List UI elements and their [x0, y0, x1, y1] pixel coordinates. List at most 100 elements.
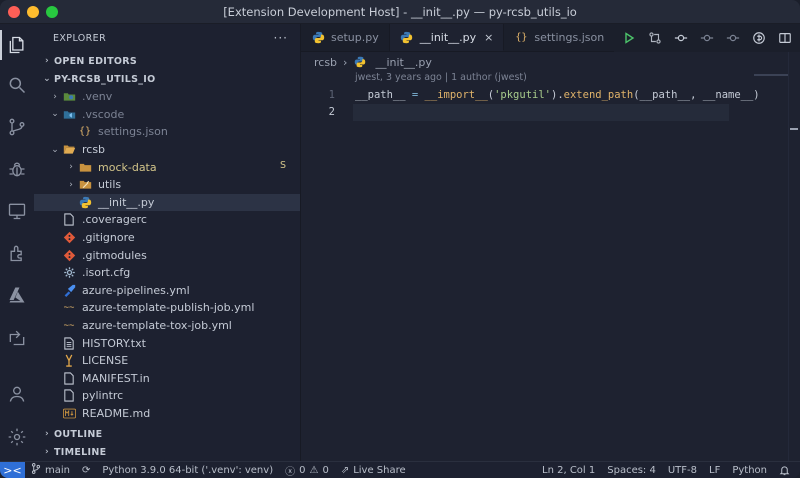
explorer-icon[interactable]	[0, 28, 34, 62]
json-icon: {}	[78, 126, 92, 138]
chevron-right-icon[interactable]: ›	[64, 162, 78, 172]
tab-setup-py[interactable]: setup.py	[301, 24, 390, 51]
source-control-icon[interactable]	[0, 110, 34, 144]
previous-change-icon[interactable]	[696, 27, 718, 49]
breadcrumb-folder[interactable]: rcsb	[314, 56, 337, 69]
tree-item[interactable]: __init__.py	[34, 193, 300, 212]
extensions-icon[interactable]	[0, 236, 34, 270]
run-python-file-icon[interactable]	[618, 27, 640, 49]
search-icon[interactable]	[0, 68, 34, 102]
next-change-icon[interactable]	[722, 27, 744, 49]
tree-item[interactable]: .gitignore	[34, 229, 300, 247]
minimize-window-button[interactable]	[27, 6, 39, 18]
timeline-label: TIMELINE	[54, 446, 107, 458]
tree-item-label: azure-template-publish-job.yml	[82, 301, 255, 315]
sync-status[interactable]: ⟳	[76, 465, 96, 476]
chevron-right-icon: ›	[44, 56, 49, 66]
error-count: 0	[299, 464, 306, 476]
open-editors-section[interactable]: › OPEN EDITORS	[34, 52, 300, 70]
tree-item[interactable]: ~~ azure-template-tox-job.yml	[34, 317, 300, 335]
minimap[interactable]	[754, 74, 788, 76]
project-label: PY-RCSB_UTILS_IO	[54, 73, 156, 85]
tree-item[interactable]: › .venv	[34, 88, 300, 106]
remote-explorer-icon[interactable]	[0, 194, 34, 228]
tree-item[interactable]: {} settings.json	[34, 123, 300, 141]
tree-item[interactable]: .gitmodules	[34, 246, 300, 264]
close-window-button[interactable]	[8, 6, 20, 18]
python-interpreter[interactable]: Python 3.9.0 64-bit ('.venv': venv)	[96, 465, 279, 476]
close-tab-icon[interactable]: ×	[484, 31, 493, 44]
tree-item-label: LICENSE	[82, 354, 129, 368]
python-icon	[78, 195, 92, 209]
breadcrumb-file[interactable]: __init__.py	[375, 56, 431, 69]
tree-item[interactable]: ⌄ rcsb	[34, 141, 300, 159]
outline-section[interactable]: › OUTLINE	[34, 425, 300, 443]
warning-icon: ⚠	[309, 464, 319, 476]
folder-open-icon	[62, 143, 76, 157]
more-actions-icon[interactable]: ···	[274, 31, 288, 45]
error-icon: ⓧ	[285, 466, 296, 478]
manage-gear-icon[interactable]	[0, 420, 34, 454]
tree-item-label: utils	[98, 178, 122, 192]
compare-changes-icon[interactable]	[644, 27, 666, 49]
cursor-position[interactable]: Ln 2, Col 1	[536, 465, 601, 476]
toggle-blame-icon[interactable]	[748, 27, 770, 49]
live-share-status[interactable]: ⇗ Live Share	[335, 465, 412, 476]
accounts-icon[interactable]	[0, 377, 34, 411]
code-line[interactable]: 1 __path__ = __import__('pkgutil').extend…	[301, 86, 800, 104]
code-token: ).	[551, 88, 564, 101]
code-editor[interactable]: 1 __path__ = __import__('pkgutil').extend…	[301, 86, 800, 121]
azure-icon[interactable]	[0, 278, 34, 312]
tree-item[interactable]: LICENSE	[34, 352, 300, 370]
vscode-window: [Extension Development Host] - __init__.…	[0, 0, 800, 478]
tree-item[interactable]: pylintrc	[34, 387, 300, 405]
notifications-bell-icon[interactable]	[773, 465, 800, 476]
tab-label: settings.json	[534, 31, 605, 44]
yaml-icon: ~~	[63, 302, 75, 313]
chevron-down-icon[interactable]: ⌄	[48, 109, 62, 119]
code-line[interactable]: 2	[301, 103, 800, 121]
tab-init-py[interactable]: __init__.py ×	[389, 24, 505, 51]
git-blame-annotation[interactable]: jwest, 3 years ago | 1 author (jwest)	[355, 72, 527, 83]
chevron-right-icon[interactable]: ›	[48, 92, 62, 102]
tree-item-label: azure-pipelines.yml	[82, 283, 190, 297]
tree-item[interactable]: › mock-data S	[34, 158, 300, 176]
git-commit-icon[interactable]	[670, 27, 692, 49]
license-icon	[62, 354, 76, 368]
chevron-down-icon: ⌄	[43, 74, 51, 84]
tree-item-label: azure-template-tox-job.yml	[82, 319, 232, 333]
problems-status[interactable]: ⓧ 0 ⚠ 0	[279, 463, 335, 478]
tree-item[interactable]: HISTORY.txt	[34, 334, 300, 352]
branch-status[interactable]: main	[25, 463, 76, 477]
tree-item-label: README.md	[82, 406, 151, 420]
run-debug-icon[interactable]	[0, 152, 34, 186]
vscode-folder-icon	[62, 107, 76, 121]
tree-item[interactable]: ~~ azure-template-publish-job.yml	[34, 299, 300, 317]
tree-item[interactable]: azure-pipelines.yml	[34, 282, 300, 300]
gear-icon	[62, 266, 76, 280]
tree-item[interactable]: README.md	[34, 405, 300, 423]
split-editor-icon[interactable]	[774, 27, 796, 49]
chevron-right-icon[interactable]: ›	[64, 180, 78, 190]
tree-item[interactable]: MANIFEST.in	[34, 370, 300, 388]
maximize-window-button[interactable]	[46, 6, 58, 18]
language-mode[interactable]: Python	[726, 465, 773, 476]
tree-item[interactable]: .isort.cfg	[34, 264, 300, 282]
encoding[interactable]: UTF-8	[662, 465, 703, 476]
remote-indicator[interactable]: ><	[0, 461, 25, 478]
project-section[interactable]: ⌄ PY-RCSB_UTILS_IO	[34, 70, 300, 88]
editor-scrollbar[interactable]	[788, 52, 800, 461]
indentation[interactable]: Spaces: 4	[601, 465, 662, 476]
live-share-icon[interactable]	[0, 320, 34, 354]
git-icon	[62, 248, 76, 262]
tree-item[interactable]: › utils	[34, 176, 300, 194]
sync-icon: ⟳	[82, 464, 91, 476]
timeline-section[interactable]: › TIMELINE	[34, 443, 300, 461]
tree-item[interactable]: ⌄ .vscode	[34, 106, 300, 124]
utils-folder-icon	[78, 178, 92, 192]
end-of-line[interactable]: LF	[703, 465, 726, 476]
explorer-header: EXPLORER ···	[34, 24, 300, 52]
line-number: 1	[328, 88, 335, 101]
tree-item[interactable]: .coveragerc	[34, 211, 300, 229]
chevron-down-icon[interactable]: ⌄	[48, 145, 62, 155]
